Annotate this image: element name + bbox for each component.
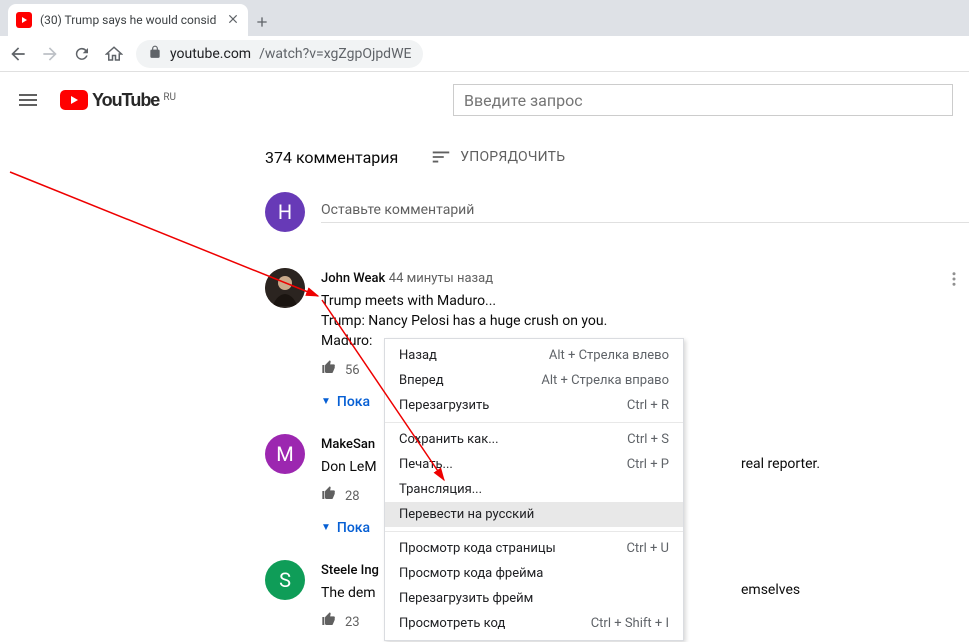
context-menu-item[interactable]: Просмотр кода страницы Ctrl + U [385,536,683,561]
context-menu-shortcut: Alt + Стрелка влево [549,348,669,363]
chevron-down-icon: ▼ [321,518,331,538]
comment-author[interactable]: MakeSan [321,437,375,452]
like-count: 28 [345,487,360,507]
address-bar[interactable]: youtube.com/watch?v=xgZgpOjpdWE [136,40,423,68]
context-menu-shortcut: Alt + Стрелка вправо [541,373,669,388]
home-button[interactable] [104,44,124,64]
comment-avatar[interactable] [265,268,305,308]
context-menu-shortcut: Ctrl + Shift + I [591,616,669,631]
youtube-header: YouTube RU [0,72,969,128]
context-menu-shortcut: Ctrl + R [627,398,669,413]
like-count: 23 [345,613,360,633]
context-menu-item[interactable]: Перевести на русский [385,502,683,527]
context-menu-label: Трансляция... [399,482,482,497]
comment-avatar[interactable]: M [265,434,305,474]
url-path: /watch?v=xgZgpOjpdWE [259,46,411,62]
browser-tabstrip: (30) Trump says he would consid [0,0,969,36]
context-menu-label: Просмотр кода фрейма [399,566,543,581]
close-tab-icon[interactable] [226,12,240,29]
comment-text-line: Trump meets with Maduro... [321,291,969,311]
replies-label: Пока [337,518,370,538]
comment-avatar[interactable]: S [265,560,305,600]
context-menu-item[interactable]: Сохранить как... Ctrl + S [385,427,683,452]
like-button[interactable] [321,359,337,382]
context-menu-item[interactable]: Вперед Alt + Стрелка вправо [385,368,683,393]
context-menu-label: Перевести на русский [399,507,534,522]
comments-header: 374 комментария УПОРЯДОЧИТЬ [265,146,969,168]
comment-text-tail: real reporter. [741,454,820,474]
context-menu-label: Сохранить как... [399,432,499,447]
youtube-play-icon [60,90,88,110]
context-menu-item[interactable]: Просмотр кода фрейма [385,561,683,586]
back-button[interactable] [8,44,28,64]
self-avatar: Н [265,192,305,232]
replies-label: Пока [337,392,370,412]
like-button[interactable] [321,485,337,508]
search-input[interactable] [454,91,952,110]
new-tab-button[interactable] [248,8,276,36]
context-menu-label: Перезагрузить [399,398,489,413]
context-menu[interactable]: Назад Alt + Стрелка влево Вперед Alt + Стре… [384,338,684,641]
comment-count: 374 комментария [265,148,398,167]
context-menu-item[interactable]: Просмотреть код Ctrl + Shift + I [385,611,683,636]
chevron-down-icon: ▼ [321,392,331,412]
country-code: RU [163,92,176,103]
context-menu-shortcut: Ctrl + P [627,457,669,472]
forward-button[interactable] [40,44,60,64]
add-comment[interactable]: Н Оставьте комментарий [265,192,969,232]
reload-button[interactable] [72,44,92,64]
browser-toolbar: youtube.com/watch?v=xgZgpOjpdWE [0,36,969,72]
guide-menu-button[interactable] [16,88,40,112]
url-host: youtube.com [170,46,251,62]
context-menu-shortcut: Ctrl + U [626,541,669,556]
comment-menu-button[interactable] [945,270,963,288]
youtube-favicon [16,12,32,28]
context-menu-item[interactable]: Печать... Ctrl + P [385,452,683,477]
browser-tab[interactable]: (30) Trump says he would consid [8,4,248,36]
context-menu-label: Просмотреть код [399,616,505,631]
tab-title: (30) Trump says he would consid [40,13,218,27]
context-menu-label: Печать... [399,457,453,472]
context-menu-item[interactable]: Перезагрузить фрейм [385,586,683,611]
like-count: 56 [345,361,360,381]
context-menu-label: Перезагрузить фрейм [399,591,533,606]
context-menu-label: Назад [399,348,437,363]
context-menu-label: Просмотр кода страницы [399,541,556,556]
like-button[interactable] [321,611,337,634]
lock-icon [148,45,162,63]
context-menu-label: Вперед [399,373,444,388]
youtube-wordmark: YouTube [92,90,159,111]
comment-time: 44 минуты назад [389,271,493,286]
sort-label: УПОРЯДОЧИТЬ [460,149,565,165]
comment-text-tail: emselves [741,580,800,600]
context-menu-item[interactable]: Перезагрузить Ctrl + R [385,393,683,418]
comment-text-line: Trump: Nancy Pelosi has a huge crush on … [321,311,969,331]
youtube-logo[interactable]: YouTube RU [60,90,176,111]
context-menu-item[interactable]: Назад Alt + Стрелка влево [385,343,683,368]
search-box[interactable] [453,84,953,116]
context-menu-item[interactable]: Трансляция... [385,477,683,502]
sort-button[interactable]: УПОРЯДОЧИТЬ [430,146,565,168]
sort-icon [430,146,452,168]
comment-author[interactable]: Steele Ing [321,563,379,578]
context-menu-shortcut: Ctrl + S [627,432,669,447]
add-comment-placeholder[interactable]: Оставьте комментарий [321,202,969,223]
comment-author[interactable]: John Weak [321,271,385,286]
